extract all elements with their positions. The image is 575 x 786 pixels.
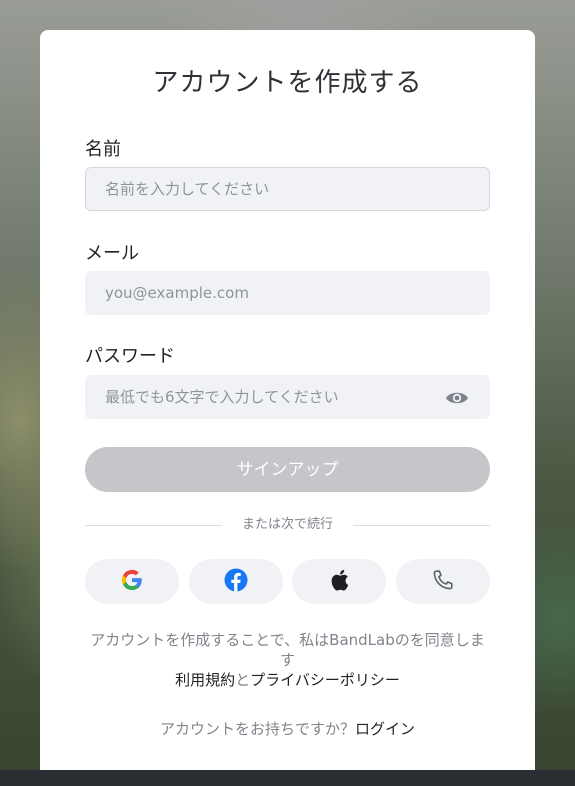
email-field bbox=[85, 271, 490, 315]
email-label: メール bbox=[85, 243, 139, 264]
login-prompt-line: アカウントをお持ちですか？ログイン bbox=[0, 718, 575, 739]
divider-line-right bbox=[353, 525, 490, 526]
name-label: 名前 bbox=[85, 139, 121, 160]
privacy-policy-link[interactable]: プライバシーポリシー bbox=[250, 671, 400, 689]
apple-button[interactable] bbox=[292, 559, 386, 604]
page-title: アカウントを作成する bbox=[152, 68, 423, 98]
google-button[interactable] bbox=[85, 559, 179, 604]
google-icon bbox=[121, 569, 143, 595]
phone-icon bbox=[431, 568, 455, 596]
name-input[interactable] bbox=[86, 168, 435, 210]
terms-link[interactable]: 利用規約 bbox=[175, 671, 235, 689]
login-link[interactable]: ログイン bbox=[355, 720, 415, 738]
facebook-button[interactable] bbox=[189, 559, 283, 604]
password-label: パスワード bbox=[85, 346, 175, 367]
divider: または次で続行 bbox=[85, 516, 490, 534]
apple-icon bbox=[328, 568, 350, 596]
name-field bbox=[85, 167, 490, 211]
show-password-icon[interactable] bbox=[445, 388, 469, 408]
signup-button[interactable]: サインアップ bbox=[85, 447, 490, 492]
phone-button[interactable] bbox=[396, 559, 490, 604]
facebook-icon bbox=[224, 568, 248, 596]
password-input[interactable] bbox=[86, 376, 435, 418]
password-field bbox=[85, 375, 490, 419]
terms-and: と bbox=[235, 671, 251, 689]
bottom-bar bbox=[0, 770, 575, 786]
terms-text: アカウントを作成することで、私はBandLabのを同意します 利用規約とプライバ… bbox=[85, 630, 490, 690]
email-input[interactable] bbox=[86, 272, 435, 314]
login-prompt: アカウントをお持ちですか？ bbox=[159, 720, 355, 738]
terms-statement: アカウントを作成することで、私はBandLabのを同意します bbox=[90, 631, 485, 669]
